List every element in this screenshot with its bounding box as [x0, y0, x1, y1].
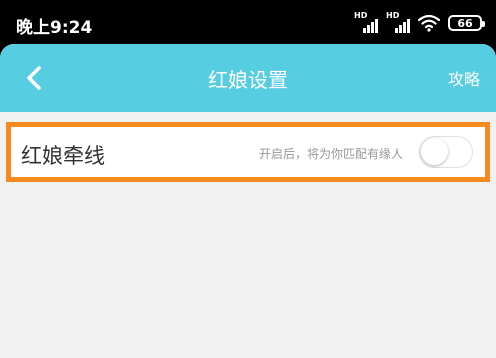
app-screen: 红娘设置 攻略 红娘牵线 开启后，将为你匹配有缘人	[0, 44, 496, 358]
matchmaker-toggle[interactable]	[419, 136, 473, 168]
signal-icon: HD	[386, 11, 410, 33]
battery-level: 66	[457, 16, 473, 30]
page-title: 红娘设置	[208, 68, 288, 92]
setting-label: 红娘牵线	[21, 144, 105, 168]
matchmaker-setting-row[interactable]: 红娘牵线 开启后，将为你匹配有缘人	[6, 122, 490, 182]
nav-bar: 红娘设置 攻略	[0, 44, 496, 112]
guide-link[interactable]: 攻略	[448, 66, 480, 90]
toggle-knob	[421, 138, 448, 165]
signal-icon: HD	[354, 11, 378, 33]
status-bar: 晚上9:24 HD HD 66	[0, 0, 496, 44]
wifi-icon	[418, 14, 440, 32]
status-time: 晚上9:24	[16, 18, 93, 38]
battery-icon: 66	[448, 15, 485, 31]
setting-hint: 开启后，将为你匹配有缘人	[258, 147, 403, 161]
status-icons: HD HD 66	[354, 11, 485, 34]
